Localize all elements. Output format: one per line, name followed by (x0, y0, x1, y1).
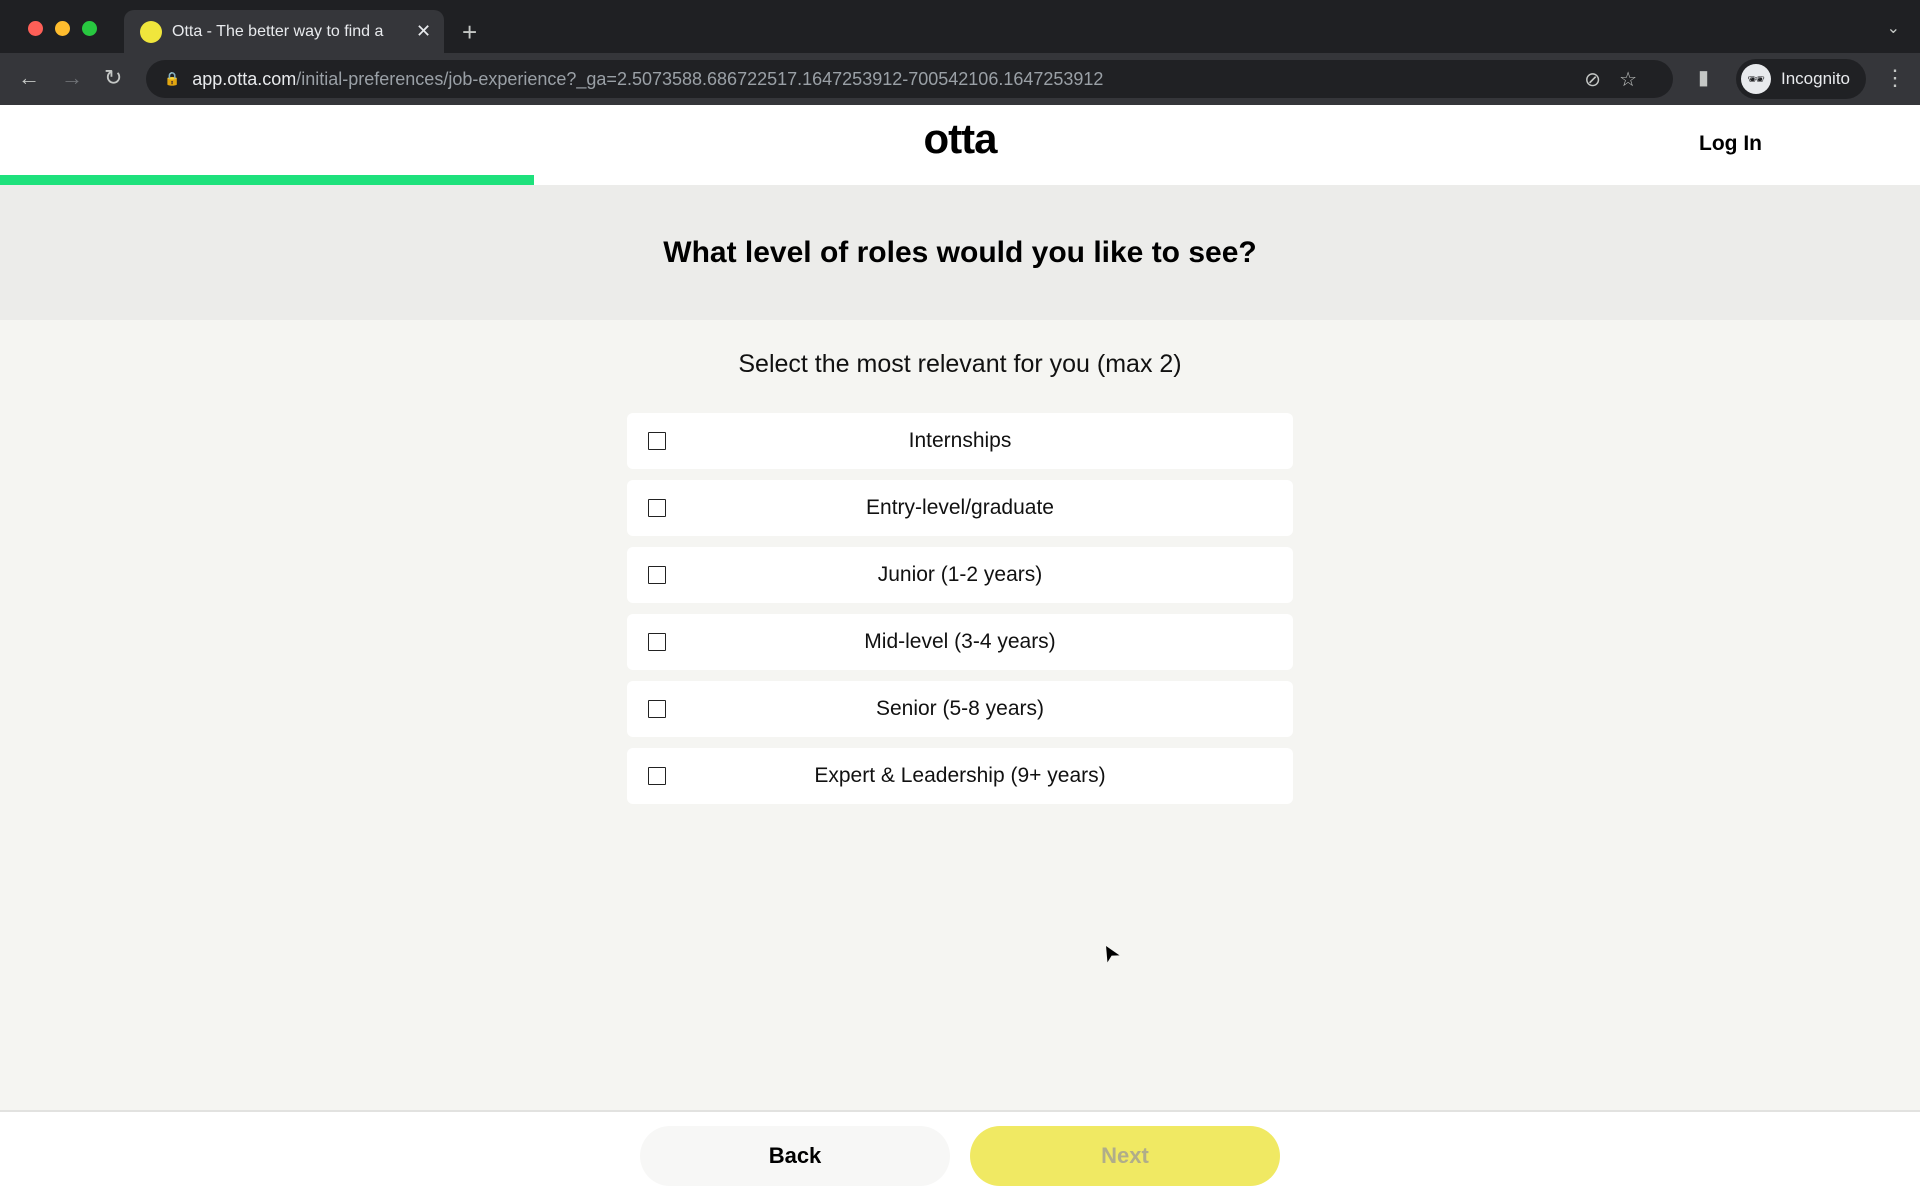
option-internships[interactable]: Internships (627, 413, 1293, 469)
browser-menu-icon[interactable]: ⋮ (1884, 65, 1906, 91)
checkbox[interactable] (648, 633, 666, 651)
option-label: Entry-level/graduate (866, 496, 1054, 519)
close-window-icon[interactable] (28, 21, 43, 36)
tab-title: Otta - The better way to find a (172, 22, 384, 40)
option-label: Mid-level (3-4 years) (864, 630, 1056, 653)
checkbox[interactable] (648, 432, 666, 450)
next-button[interactable]: Next (970, 1126, 1280, 1186)
back-button[interactable]: Back (640, 1126, 950, 1186)
eye-off-icon[interactable]: ⊘ (1584, 69, 1619, 91)
maximize-window-icon[interactable] (82, 21, 97, 36)
option-label: Expert & Leadership (9+ years) (814, 764, 1106, 787)
reload-icon[interactable]: ↻ (104, 65, 122, 91)
option-entry-level[interactable]: Entry-level/graduate (627, 480, 1293, 536)
checkbox[interactable] (648, 566, 666, 584)
mouse-cursor-icon: ➤ (1095, 938, 1127, 967)
page-title: What level of roles would you like to se… (663, 235, 1257, 269)
option-label: Senior (5-8 years) (875, 697, 1045, 720)
progress-fill (0, 175, 534, 185)
site-header: otta Log In (0, 105, 1920, 185)
forward-arrow-icon[interactable]: → (61, 65, 83, 91)
incognito-profile-button[interactable]: 🕶 Incognito (1736, 59, 1866, 99)
question-header: What level of roles would you like to se… (0, 185, 1920, 320)
option-mid-level[interactable]: Mid-level (3-4 years) (627, 614, 1293, 670)
browser-tab[interactable]: Otta - The better way to find a ✕ (124, 10, 444, 53)
address-bar[interactable]: 🔒 app.otta.com /initial-preferences/job-… (146, 60, 1673, 98)
back-arrow-icon[interactable]: ← (18, 65, 40, 91)
option-label: Junior (1-2 years) (877, 563, 1043, 586)
progress-bar (0, 175, 1920, 185)
option-label: Internships (908, 429, 1012, 452)
new-tab-icon[interactable]: + (462, 17, 477, 48)
otta-logo[interactable]: otta (0, 115, 1920, 163)
question-subtitle: Select the most relevant for you (max 2) (738, 350, 1182, 378)
minimize-window-icon[interactable] (55, 21, 70, 36)
side-panel-icon[interactable]: ▮ (1698, 65, 1709, 90)
option-junior[interactable]: Junior (1-2 years) (627, 547, 1293, 603)
close-tab-icon[interactable]: ✕ (416, 21, 431, 42)
browser-tab-bar: Otta - The better way to find a ✕ + ⌄ (0, 0, 1920, 53)
incognito-icon: 🕶 (1741, 64, 1771, 94)
checkbox[interactable] (648, 700, 666, 718)
bookmark-star-icon[interactable]: ☆ (1619, 69, 1655, 91)
profile-label: Incognito (1781, 69, 1850, 88)
checkbox[interactable] (648, 499, 666, 517)
checkbox[interactable] (648, 767, 666, 785)
url-host: app.otta.com (192, 68, 297, 89)
option-expert-leadership[interactable]: Expert & Leadership (9+ years) (627, 748, 1293, 804)
otta-favicon-icon (140, 20, 162, 43)
footer-nav: Back Next (0, 1110, 1920, 1200)
url-path: /initial-preferences/job-experience?_ga=… (296, 68, 1104, 89)
tab-search-chevron-icon[interactable]: ⌄ (1887, 18, 1900, 38)
options-list: Internships Entry-level/graduate Junior … (627, 413, 1293, 815)
login-link[interactable]: Log In (1699, 132, 1762, 156)
option-senior[interactable]: Senior (5-8 years) (627, 681, 1293, 737)
browser-toolbar: ← → ↻ 🔒 app.otta.com /initial-preference… (0, 53, 1920, 105)
lock-icon: 🔒 (164, 71, 181, 86)
